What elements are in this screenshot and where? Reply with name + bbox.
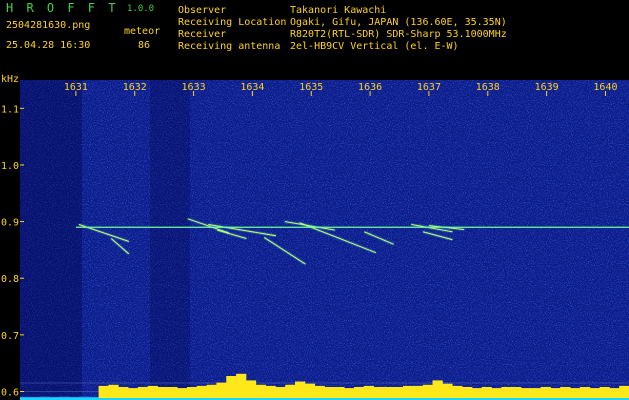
observer-key: Observer [178, 5, 227, 16]
y-tick-label: 0.7 [1, 331, 19, 342]
dark-band-mid [150, 80, 190, 400]
app-title: H R O F F T [6, 1, 119, 15]
signal-level-bar [393, 387, 404, 398]
signal-level-bar [137, 387, 149, 398]
signal-level-bar [108, 384, 119, 398]
signal-level-bar [206, 384, 217, 398]
signal-level-bar [69, 396, 80, 398]
signal-level-bar [265, 385, 276, 398]
signal-level-bar [177, 388, 188, 398]
signal-level-bar [314, 385, 325, 398]
signal-level-bar [373, 387, 384, 398]
signal-level-bar [452, 385, 463, 398]
antenna-value: 2el-HB9CV Vertical (el. E-W) [290, 41, 459, 52]
header-panel: H R O F F T 1.0.0 2504281630.png 25.04.2… [0, 0, 629, 74]
y-tick-label: 0.9 [1, 218, 19, 229]
capture-datetime: 25.04.28 16:30 [6, 40, 91, 51]
y-tick-label: 1.1 [1, 104, 19, 115]
receiver-value: R820T2(RTL-SDR) SDR-Sharp 53.1000MHz [290, 29, 507, 40]
spectrogram-chart: 1.11.00.90.80.70.6 1631 1632 1633 1634 1635 1… [0, 74, 629, 400]
y-tick-label: 0.6 [1, 388, 19, 399]
signal-level-bar [334, 387, 345, 398]
location-value: Ogaki, Gifu, JAPAN (136.60E, 35.35N) [290, 17, 507, 28]
signal-level-bar [491, 388, 502, 398]
signal-level-bar [432, 380, 443, 398]
signal-level-bar [462, 387, 473, 398]
signal-level-bar [88, 396, 99, 398]
signal-level-bar [570, 388, 581, 398]
app-version: 1.0.0 [127, 4, 155, 14]
signal-level-bar [589, 388, 600, 398]
event-label: meteor [124, 26, 161, 37]
signal-level-bar [304, 383, 316, 398]
signal-level-bar [29, 396, 41, 398]
signal-level-bar [599, 387, 610, 398]
signal-level-bar [530, 388, 541, 398]
signal-level-bar [520, 388, 532, 398]
signal-level-bar [285, 384, 296, 398]
signal-level-bar [236, 373, 247, 398]
signal-level-bar [226, 376, 237, 398]
signal-level-bar [442, 383, 453, 398]
signal-level-bar [511, 387, 522, 398]
signal-level-bar [128, 388, 139, 398]
signal-level-bar [403, 385, 414, 398]
signal-level-bar [147, 385, 158, 398]
signal-level-bar [245, 380, 257, 398]
dark-band-left [20, 80, 82, 400]
signal-level-bar [59, 396, 70, 398]
observer-value: Takanori Kawachi [290, 5, 387, 16]
signal-level-bar [157, 387, 168, 398]
signal-level-bar [216, 382, 227, 398]
signal-level-bar [196, 385, 208, 398]
y-axis-unit: kHz [1, 74, 19, 85]
signal-level-bar [560, 387, 571, 398]
signal-level-bar [363, 385, 375, 398]
signal-level-bar [471, 388, 483, 398]
signal-level-bar [344, 388, 355, 398]
signal-level-bar [481, 387, 492, 398]
signal-level-bar [422, 384, 433, 398]
signal-level-bar [295, 381, 306, 398]
location-key: Receiving Location [178, 17, 287, 28]
signal-level-bar [540, 387, 551, 398]
signal-level-bar [324, 387, 335, 398]
signal-level-bar [39, 396, 50, 398]
antenna-key: Receiving antenna [178, 41, 281, 52]
signal-level-bar [186, 387, 198, 398]
signal-level-bar [412, 385, 424, 398]
signal-level-bar [275, 387, 286, 398]
signal-level-bar [20, 396, 31, 398]
signal-level-bar [383, 387, 394, 398]
signal-level-bar [98, 385, 109, 398]
signal-level-bar [49, 396, 60, 398]
signal-level-bar [78, 396, 90, 398]
signal-level-bar [550, 388, 561, 398]
signal-level-bar [167, 387, 178, 398]
signal-level-bar [609, 388, 620, 398]
signal-level-bar [579, 387, 591, 398]
y-tick-label: 0.8 [1, 274, 19, 285]
signal-level-bar [118, 387, 129, 398]
signal-level-bar [255, 384, 266, 398]
file-name: 2504281630.png [6, 20, 91, 31]
signal-level-bar [353, 387, 365, 398]
event-count: 86 [138, 40, 151, 51]
signal-level-bar [619, 385, 629, 398]
receiver-key: Receiver [178, 29, 227, 40]
signal-level-bar [501, 387, 512, 398]
y-tick-label: 1.0 [1, 161, 19, 172]
